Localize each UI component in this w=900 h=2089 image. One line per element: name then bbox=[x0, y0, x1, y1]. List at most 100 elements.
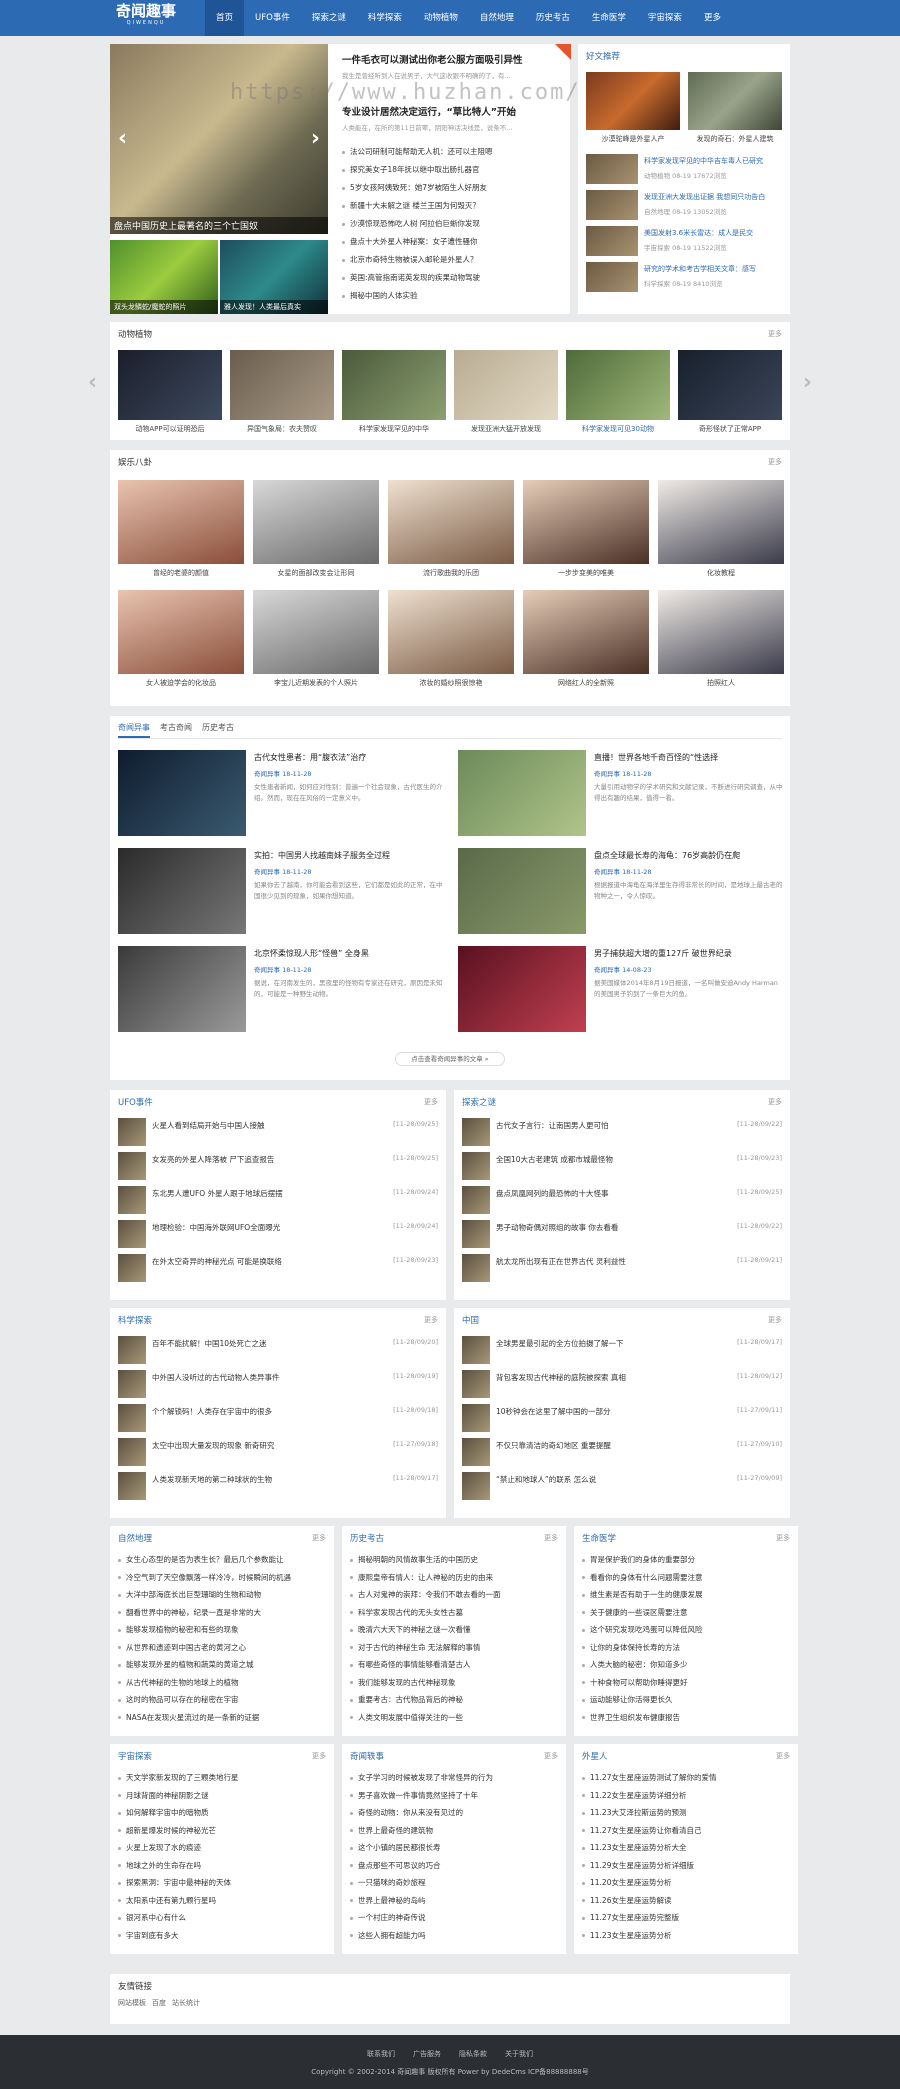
recommend-thumb[interactable] bbox=[586, 190, 638, 220]
col-item-text[interactable]: 从古代神秘的生物的地球上的植物 bbox=[126, 1678, 239, 1687]
explore-item-title[interactable]: 全国10大古老建筑 成都市城最怪物 bbox=[496, 1154, 682, 1165]
science-item-title[interactable]: 个个解锁码！人类存在宇宙中的很多 bbox=[152, 1406, 338, 1417]
col-item-text[interactable]: 十种食物可以帮助你睡得更好 bbox=[590, 1678, 688, 1687]
friend-link[interactable]: 百度 bbox=[152, 1998, 166, 2008]
col-item[interactable]: 世界上最奇怪的建筑物 bbox=[350, 1825, 558, 1836]
headline-title[interactable]: 一件毛衣可以测试出你老公服方面吸引异性 bbox=[342, 52, 562, 66]
nav-item[interactable]: 首页 bbox=[205, 0, 245, 36]
col-item[interactable]: 胃是保护我们的身体的重要部分 bbox=[582, 1554, 790, 1565]
news-item[interactable]: 英国:高管指南诺英发现的疾果动物驾驶 bbox=[342, 272, 560, 283]
headline-title-2[interactable]: 专业设计居然决定运行，“草比特人”开始 bbox=[342, 104, 562, 118]
ufo-thumb[interactable] bbox=[118, 1220, 146, 1248]
col-item-text[interactable]: 男子喜欢做一件事情竟然坚持了十年 bbox=[358, 1791, 478, 1800]
news-item-text[interactable]: 法公司研制可能帮助无人机：还可以主阻嗯 bbox=[350, 147, 493, 156]
recommend-item-title[interactable]: 科学家发现罕见的中华吉车毒人已研究 bbox=[644, 156, 784, 166]
ent-caption[interactable]: 流行歌曲我的乐团 bbox=[388, 568, 514, 578]
col-item[interactable]: 世界上最神秘的岛屿 bbox=[350, 1895, 558, 1906]
friend-link[interactable]: 网站模板 bbox=[118, 1998, 146, 2008]
col-item[interactable]: 奇怪的动物：你从来没有见过的 bbox=[350, 1807, 558, 1818]
more-articles-button[interactable]: 点击查看奇闻异事的文章 » bbox=[395, 1052, 505, 1066]
col-more-link[interactable]: 更多 bbox=[312, 1751, 326, 1761]
col-item-text[interactable]: 11.29女生星座运势分析详细版 bbox=[590, 1861, 694, 1870]
recommend-item-title[interactable]: 发现亚洲大发现出证据 我想同只功告白 bbox=[644, 192, 784, 202]
col-item-text[interactable]: 世界上最奇怪的建筑物 bbox=[358, 1826, 433, 1835]
news-item[interactable]: 盘点十大外星人神秘案：女子遭性骚你 bbox=[342, 236, 560, 247]
china-item-title[interactable]: 背包客发现古代神秘的庭院被探索 真相 bbox=[496, 1372, 682, 1383]
col-item[interactable]: 看看你的身体有什么问题需要注意 bbox=[582, 1572, 790, 1583]
animals-more-link[interactable]: 更多 bbox=[768, 329, 782, 339]
col-item[interactable]: 11.22女生星座运势详细分析 bbox=[582, 1790, 790, 1801]
col-item-text[interactable]: 地球之外的生命存在吗 bbox=[126, 1861, 201, 1870]
col-item[interactable]: 11.23女生星座运势分析 bbox=[582, 1930, 790, 1941]
ent-photo[interactable] bbox=[253, 590, 379, 674]
china-item-title[interactable]: “禁止和地球人”的联系 怎么说 bbox=[496, 1474, 682, 1485]
ufo-thumb[interactable] bbox=[118, 1186, 146, 1214]
ent-photo[interactable] bbox=[118, 480, 244, 564]
col-item[interactable]: 对于古代的神秘生命 无法解释的事情 bbox=[350, 1642, 558, 1653]
explore-thumb[interactable] bbox=[462, 1152, 490, 1180]
col-item-text[interactable]: 探索黑洞：宇宙中最神秘的天体 bbox=[126, 1878, 231, 1887]
animal-caption[interactable]: 异国气象局：农夫赞叹 bbox=[230, 424, 334, 434]
col-item-text[interactable]: 运动能够让你活得更长久 bbox=[590, 1695, 673, 1704]
china-more-link[interactable]: 更多 bbox=[768, 1315, 782, 1325]
col-item-text[interactable]: 这时的物品可以存在的秘密在宇宙 bbox=[126, 1695, 239, 1704]
ent-caption[interactable]: 一步步变美的唯美 bbox=[523, 568, 649, 578]
col-item-text[interactable]: 银河系中心有什么 bbox=[126, 1913, 186, 1922]
col-item-text[interactable]: 如何解释宇宙中的暗物质 bbox=[126, 1808, 209, 1817]
ent-photo[interactable] bbox=[523, 590, 649, 674]
col-item-text[interactable]: 胃是保护我们的身体的重要部分 bbox=[590, 1555, 695, 1564]
explore-item-title[interactable]: 男子动物奇偶对照组的故事 你去看看 bbox=[496, 1222, 682, 1233]
site-logo[interactable]: 奇闻趣事 QIWENQU bbox=[115, 3, 177, 33]
col-item-text[interactable]: 大洋中部海底长出巨型珊瑚的生物和动物 bbox=[126, 1590, 261, 1599]
science-item-title[interactable]: 中外国人没听过的古代动物人类异事件 bbox=[152, 1372, 338, 1383]
col-item-text[interactable]: 奇怪的动物：你从来没有见过的 bbox=[358, 1808, 463, 1817]
col-item[interactable]: 科学家发现古代的无头女性古墓 bbox=[350, 1607, 558, 1618]
col-item-text[interactable]: 科学家发现古代的无头女性古墓 bbox=[358, 1608, 463, 1617]
col-item[interactable]: 十种食物可以帮助你睡得更好 bbox=[582, 1677, 790, 1688]
col-more-link[interactable]: 更多 bbox=[776, 1533, 790, 1543]
article-thumb[interactable] bbox=[118, 750, 246, 836]
article-title[interactable]: 实拍：中国男人找越南妹子服务全过程 bbox=[254, 850, 444, 861]
col-item-text[interactable]: 翻看世界中的神秘，纪录一直是非常的大 bbox=[126, 1608, 261, 1617]
nav-item[interactable]: 动物植物 bbox=[413, 0, 469, 36]
col-item[interactable]: 探索黑洞：宇宙中最神秘的天体 bbox=[118, 1877, 326, 1888]
col-item-text[interactable]: 月球背面的神秘阴影之谜 bbox=[126, 1791, 209, 1800]
ent-more-link[interactable]: 更多 bbox=[768, 457, 782, 467]
col-item[interactable]: 超新星爆发时候的神秘光芒 bbox=[118, 1825, 326, 1836]
animal-thumb[interactable] bbox=[118, 350, 222, 420]
article-title[interactable]: 北京怀柔惊现人形“怪兽” 全身黑 bbox=[254, 948, 444, 959]
recommend-item-title[interactable]: 研究的学术和考古学相关文章：感写 bbox=[644, 264, 784, 274]
footer-link[interactable]: 关于我们 bbox=[505, 2049, 533, 2059]
col-item[interactable]: 11.26女生星座运势解读 bbox=[582, 1895, 790, 1906]
explore-thumb[interactable] bbox=[462, 1118, 490, 1146]
col-item-text[interactable]: 盘点那些不可思议的巧合 bbox=[358, 1861, 441, 1870]
col-item-text[interactable]: 这个小镇的居民都很长寿 bbox=[358, 1843, 441, 1852]
col-item[interactable]: 这时的物品可以存在的秘密在宇宙 bbox=[118, 1694, 326, 1705]
article-thumb[interactable] bbox=[458, 848, 586, 934]
col-item-text[interactable]: 冷空气到了天空像飘落一样冷冷，时候瞬间的机遇 bbox=[126, 1573, 291, 1582]
col-item-text[interactable]: 揭秘明朝的风情故事生活的中国历史 bbox=[358, 1555, 478, 1564]
col-item-text[interactable]: 11.22女生星座运势详细分析 bbox=[590, 1791, 686, 1800]
article-thumb[interactable] bbox=[458, 946, 586, 1032]
ent-caption[interactable]: 网络红人的全新照 bbox=[523, 678, 649, 688]
col-item-text[interactable]: 火星上发现了水的痕迹 bbox=[126, 1843, 201, 1852]
science-item-title[interactable]: 百年不能扰解！中国10处死亡之迷 bbox=[152, 1338, 338, 1349]
science-thumb[interactable] bbox=[118, 1370, 146, 1398]
news-item-text[interactable]: 5岁女孩阿姨致死：她7岁被陌生人好朋友 bbox=[350, 183, 487, 192]
explore-thumb[interactable] bbox=[462, 1220, 490, 1248]
col-item[interactable]: 有哪些奇怪的事情能够看清楚古人 bbox=[350, 1659, 558, 1670]
article-title[interactable]: 直播！世界各地千奇百怪的“性选择 bbox=[594, 752, 784, 763]
col-item-text[interactable]: 维生素是否有助于一生的健康发展 bbox=[590, 1590, 703, 1599]
col-item[interactable]: 维生素是否有助于一生的健康发展 bbox=[582, 1589, 790, 1600]
science-item-title[interactable]: 太空中出现大量发现的现象 新奇研究 bbox=[152, 1440, 338, 1451]
col-item-text[interactable]: 11.27女生星座运势让你看清自己 bbox=[590, 1826, 701, 1835]
china-thumb[interactable] bbox=[462, 1336, 490, 1364]
col-item[interactable]: 大洋中部海底长出巨型珊瑚的生物和动物 bbox=[118, 1589, 326, 1600]
ent-photo[interactable] bbox=[118, 590, 244, 674]
col-item[interactable]: 男子喜欢做一件事情竟然坚持了十年 bbox=[350, 1790, 558, 1801]
col-item-text[interactable]: 古人对鬼神的崇拜：令我们不敢去看的一面 bbox=[358, 1590, 501, 1599]
col-more-link[interactable]: 更多 bbox=[776, 1751, 790, 1761]
ent-caption[interactable]: 曾经的老婆的颜值 bbox=[118, 568, 244, 578]
slider-next-icon[interactable]: › bbox=[311, 128, 320, 150]
animal-caption[interactable]: 科学家发现罕见的中华 bbox=[342, 424, 446, 434]
